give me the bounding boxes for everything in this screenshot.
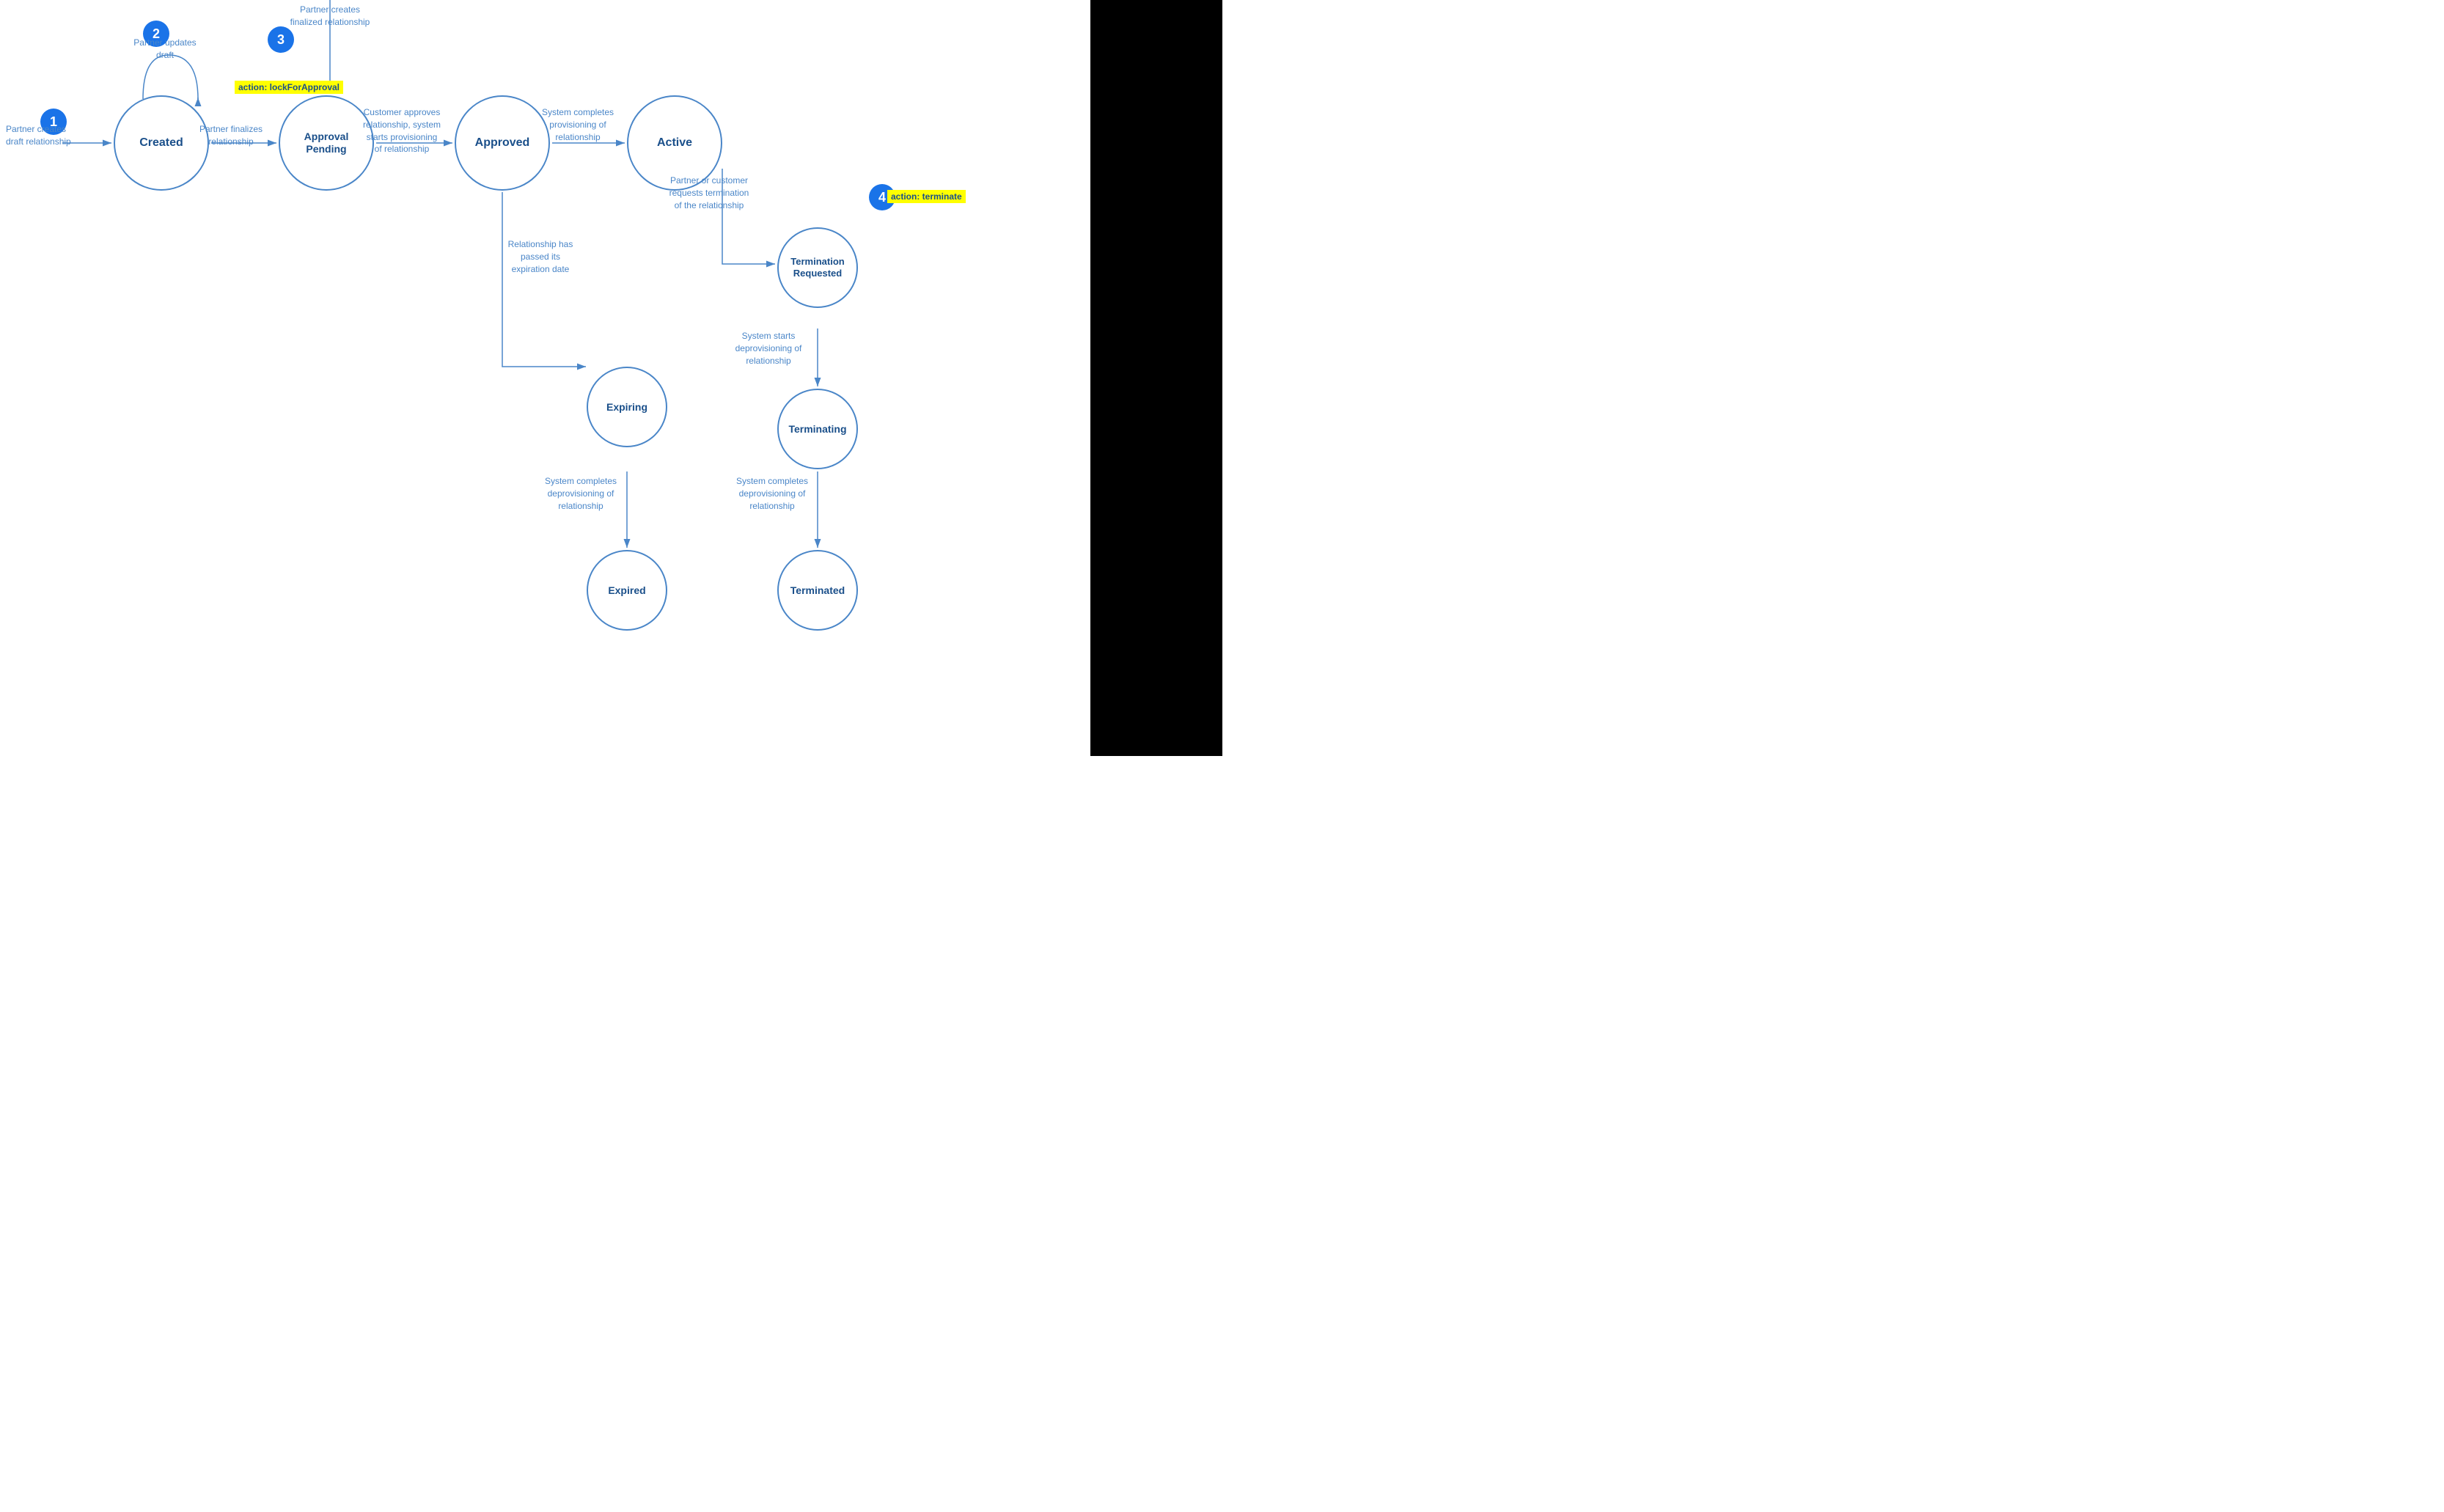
diagram-container: 1 2 3 4 Created ApprovalPending Approved… bbox=[0, 0, 1222, 756]
desc-partner-creates-finalized: Partner createsfinalized relationship bbox=[282, 4, 378, 29]
desc-system-starts-deprov: System startsdeprovisioning ofrelationsh… bbox=[724, 330, 812, 367]
desc-system-deprov-terminating: System completesdeprovisioning ofrelatio… bbox=[724, 475, 820, 512]
action-terminate: action: terminate bbox=[887, 190, 966, 203]
desc-relationship-passed-expiry: Relationship haspassed itsexpiration dat… bbox=[493, 238, 588, 275]
desc-system-deprov-expiring: System completesdeprovisioning ofrelatio… bbox=[537, 475, 625, 512]
action-lockforapproval: action: lockForApproval bbox=[235, 81, 343, 94]
state-terminated: Terminated bbox=[777, 550, 858, 631]
desc-customer-approves: Customer approvesrelationship, systemsta… bbox=[358, 106, 446, 155]
state-expired: Expired bbox=[587, 550, 667, 631]
desc-partner-creates-draft: Partner creates draft relationship bbox=[6, 123, 72, 148]
state-termination-requested: TerminationRequested bbox=[777, 227, 858, 308]
state-expiring: Expiring bbox=[587, 367, 667, 447]
black-panel bbox=[1090, 0, 1222, 756]
desc-partner-or-customer: Partner or customerrequests terminationo… bbox=[658, 175, 760, 211]
desc-partner-finalizes: Partner finalizesrelationship bbox=[194, 123, 268, 148]
step-badge-3: 3 bbox=[268, 26, 294, 53]
desc-system-completes-provisioning: System completesprovisioning ofrelations… bbox=[534, 106, 622, 143]
desc-partner-updates-draft: Partner updates draft bbox=[125, 37, 205, 62]
state-terminating: Terminating bbox=[777, 389, 858, 469]
